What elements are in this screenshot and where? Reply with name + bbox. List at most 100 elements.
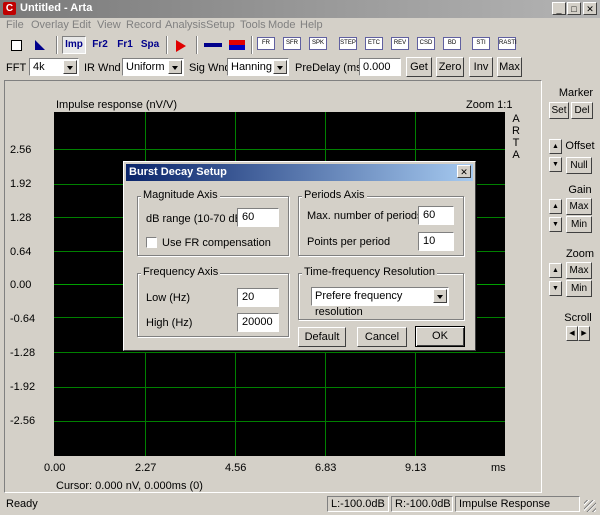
max-button[interactable]: Max: [497, 57, 522, 77]
marker-set-button[interactable]: Set: [549, 102, 569, 119]
inv-button[interactable]: Inv: [469, 57, 493, 77]
cancel-button[interactable]: Cancel: [357, 327, 407, 347]
fr-compensation-label: Use FR compensation: [162, 237, 271, 249]
offset-up-icon[interactable]: ▲: [549, 139, 562, 154]
zoom-up-icon[interactable]: ▲: [549, 263, 562, 278]
rasti-icon[interactable]: RASTI: [497, 36, 521, 54]
maximize-button[interactable]: □: [567, 2, 581, 15]
low-hz-input[interactable]: 20: [237, 288, 279, 307]
y-tick: -1.28: [10, 347, 36, 359]
bd-icon[interactable]: BD: [442, 36, 466, 54]
offset-down-icon[interactable]: ▼: [549, 157, 562, 172]
sig-wnd-select[interactable]: Hanning: [227, 58, 289, 76]
status-ready: Ready: [6, 498, 38, 510]
x-tick: 2.27: [135, 462, 157, 474]
mode-fr2-button[interactable]: Fr2: [88, 36, 112, 54]
chevron-down-icon[interactable]: [433, 289, 447, 303]
zoom-max-button[interactable]: Max: [566, 262, 592, 279]
burst-decay-dialog: Burst Decay Setup ✕ Magnitude Axis dB ra…: [123, 161, 476, 351]
mode-spa-button[interactable]: Spa: [138, 36, 162, 54]
ok-button[interactable]: OK: [415, 326, 465, 347]
sig-wnd-label: Sig Wnd: [189, 62, 231, 74]
cursor-readout: Cursor: 0.000 nV, 0.000ms (0): [56, 480, 203, 492]
spk-icon[interactable]: SPK: [308, 36, 332, 54]
zoom-down-icon[interactable]: ▼: [549, 281, 562, 296]
minimize-button[interactable]: _: [552, 2, 566, 15]
x-tick: 4.56: [225, 462, 247, 474]
zoom-min-button[interactable]: Min: [566, 280, 592, 297]
menu-setup[interactable]: Setup: [206, 19, 235, 31]
probe-icon[interactable]: [201, 36, 225, 54]
csd-icon[interactable]: CSD: [416, 36, 440, 54]
y-tick: -0.64: [10, 313, 36, 325]
tf-resolution-select[interactable]: Prefere frequency resolution: [311, 287, 449, 318]
chevron-down-icon[interactable]: [63, 60, 77, 74]
sfr-icon[interactable]: SFR: [282, 36, 306, 54]
get-button[interactable]: Get: [406, 57, 432, 77]
fr-icon[interactable]: FR: [256, 36, 280, 54]
chevron-down-icon[interactable]: [168, 60, 182, 74]
edit-color-icon[interactable]: [30, 36, 50, 54]
default-button[interactable]: Default: [298, 327, 346, 347]
db-range-input[interactable]: 60: [237, 208, 279, 227]
marker-del-button[interactable]: Del: [571, 102, 593, 119]
points-per-period-input[interactable]: 10: [418, 232, 454, 251]
mode-fr1-button[interactable]: Fr1: [113, 36, 137, 54]
mode-imp-button[interactable]: Imp: [62, 36, 86, 54]
menu-help[interactable]: Help: [300, 19, 323, 31]
x-tick: 9.13: [405, 462, 427, 474]
app-icon[interactable]: C: [3, 2, 16, 15]
scroll-left-icon[interactable]: ◀: [566, 326, 578, 341]
sti-icon[interactable]: STI: [471, 36, 495, 54]
dialog-close-button[interactable]: ✕: [457, 165, 471, 178]
chevron-down-icon[interactable]: [273, 60, 287, 74]
menu-view[interactable]: View: [97, 19, 121, 31]
generator-icon[interactable]: [226, 36, 248, 54]
graph-title: Impulse response (nV/V): [56, 99, 178, 111]
arta-side-label: ARTA: [512, 113, 520, 161]
frequency-axis-title: Frequency Axis: [141, 266, 221, 278]
copy-icon[interactable]: [6, 36, 26, 54]
ir-wnd-select[interactable]: Uniform: [122, 58, 184, 76]
status-right-level: R:-100.0dB: [391, 496, 453, 512]
gain-up-icon[interactable]: ▲: [549, 199, 562, 214]
predelay-input[interactable]: 0.000: [359, 58, 401, 76]
menu-edit[interactable]: Edit: [72, 19, 91, 31]
zoom-indicator: Zoom 1:1: [466, 99, 513, 111]
zero-button[interactable]: Zero: [436, 57, 464, 77]
resize-grip-icon[interactable]: [584, 500, 596, 512]
fr-compensation-checkbox[interactable]: [146, 237, 157, 248]
etc-icon[interactable]: ETC: [364, 36, 388, 54]
y-tick: -2.56: [10, 415, 36, 427]
dialog-title-bar[interactable]: Burst Decay Setup ✕: [126, 164, 473, 181]
gain-max-button[interactable]: Max: [566, 198, 592, 215]
close-button[interactable]: ✕: [583, 2, 597, 15]
db-range-label: dB range (10-70 dB): [146, 213, 246, 225]
record-play-icon[interactable]: [171, 36, 191, 54]
menu-mode[interactable]: Mode: [268, 19, 296, 31]
menu-tools[interactable]: Tools: [240, 19, 266, 31]
max-periods-input[interactable]: 60: [418, 206, 454, 225]
high-hz-input[interactable]: 20000: [237, 313, 279, 332]
gain-min-button[interactable]: Min: [566, 216, 592, 233]
menu-analysis[interactable]: Analysis: [165, 19, 206, 31]
rev-icon[interactable]: REV: [390, 36, 414, 54]
menu-record[interactable]: Record: [126, 19, 161, 31]
gain-down-icon[interactable]: ▼: [549, 217, 562, 232]
menu-overlay[interactable]: Overlay: [31, 19, 69, 31]
window-title: Untitled - Arta: [20, 2, 93, 14]
marker-title: Marker: [558, 87, 594, 99]
menu-file[interactable]: File: [6, 19, 24, 31]
scroll-right-icon[interactable]: ▶: [578, 326, 590, 341]
y-tick: 0.64: [10, 246, 32, 258]
x-tick: 6.83: [315, 462, 337, 474]
step-icon[interactable]: STEP: [338, 36, 362, 54]
fft-select[interactable]: 4k: [29, 58, 79, 76]
y-tick: 0.00: [10, 279, 32, 291]
status-left-level: L:-100.0dB: [327, 496, 389, 512]
points-per-period-label: Points per period: [307, 236, 391, 248]
offset-null-button[interactable]: Null: [566, 157, 592, 174]
periods-axis-title: Periods Axis: [302, 189, 367, 201]
magnitude-axis-title: Magnitude Axis: [141, 189, 220, 201]
max-periods-label: Max. number of periods: [307, 210, 423, 222]
